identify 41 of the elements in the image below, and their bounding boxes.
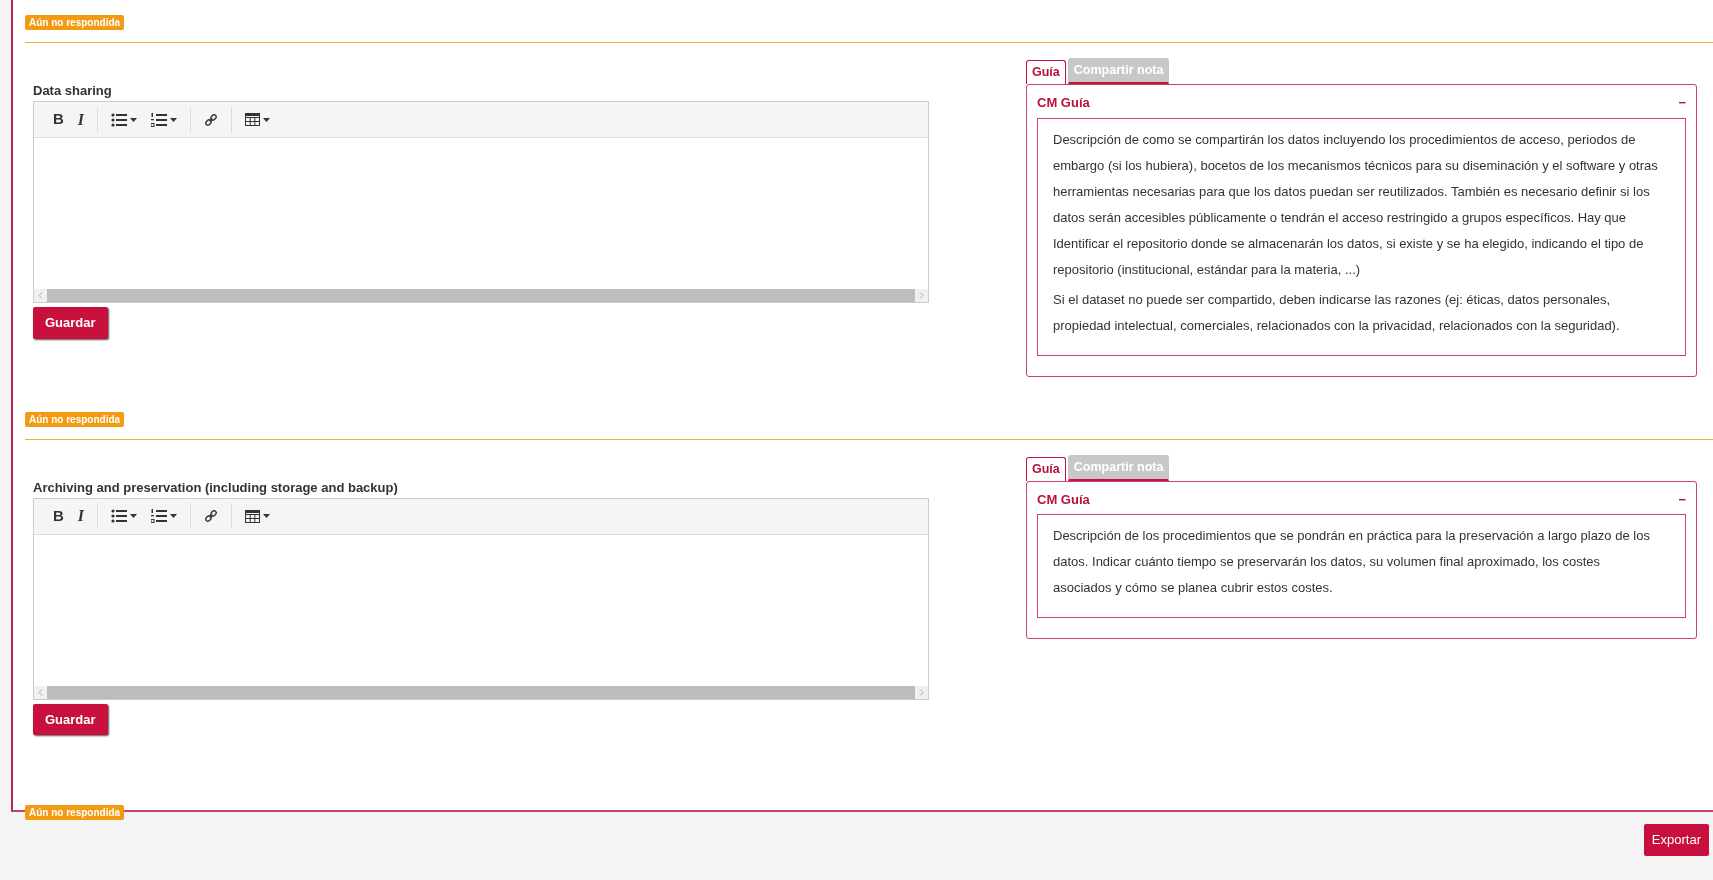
scroll-right-icon: [915, 289, 928, 302]
collapse-toggle[interactable]: −: [1678, 93, 1686, 113]
horizontal-scrollbar[interactable]: [34, 289, 928, 302]
guide-title: CM Guía: [1037, 490, 1090, 509]
bold-button[interactable]: B: [48, 504, 69, 528]
status-badge: Aún no respondida: [25, 15, 125, 30]
export-button[interactable]: Exportar: [1643, 824, 1709, 856]
link-icon: [204, 509, 219, 523]
scroll-left-icon: [34, 685, 47, 699]
save-button[interactable]: Guardar: [33, 307, 108, 339]
save-button[interactable]: Guardar: [33, 703, 108, 735]
caret-icon: [130, 514, 138, 518]
guide-tab[interactable]: Guía: [1026, 60, 1066, 84]
status-badge: Aún no respondida: [25, 805, 125, 820]
scroll-left-icon: [34, 289, 47, 302]
caret-icon: [170, 514, 178, 518]
scroll-right-icon: [915, 685, 928, 699]
caret-icon: [263, 117, 271, 122]
italic-button[interactable]: I: [72, 107, 90, 132]
table-icon: [245, 509, 261, 523]
caret-icon: [170, 117, 178, 122]
numbered-list-icon: [151, 112, 168, 127]
question-title: Archiving and preservation (including storage and backup): [33, 478, 399, 494]
link-icon: [204, 112, 219, 127]
status-badge: Aún no respondida: [25, 411, 125, 427]
question-title: Data sharing: [33, 82, 113, 97]
table-icon: [245, 113, 261, 126]
guide-title: CM Guía: [1037, 94, 1090, 112]
bold-button[interactable]: B: [48, 107, 69, 132]
bulleted-list-icon: [111, 509, 128, 523]
horizontal-scrollbar[interactable]: [34, 685, 928, 699]
bulleted-list-icon: [111, 112, 128, 127]
collapse-toggle[interactable]: −: [1678, 489, 1686, 509]
italic-button[interactable]: I: [72, 504, 90, 528]
caret-icon: [263, 514, 271, 518]
guide-paragraph: Descripción de como se compartirán los datos incluyendo los procedimientos de acceso, periodos de embargo (si los hubiera), bocetos de los mecanismos técnicos para su diseminación y el software y otras herramientas necesarias para que los datos puedan ser reutilizados. También es necesario definir si los datos serán accesibles públicamente o tendrán el acceso restringido a grupos específicos. Hay que Identificar el repositorio donde se almacenarán los datos, si existe y se ha elegido, indicando el tipo de repositorio (institucional, estándar para la materia, ...): [1053, 130, 1659, 279]
caret-icon: [130, 117, 138, 122]
guide-paragraph: Si el dataset no puede ser compartido, deben indicarse las razones (ej: éticas, datos personales, propiedad intelectual, comerciales, relacionados con la privacidad, relacionados con la seguridad).: [1053, 290, 1621, 335]
guide-paragraph: Descripción de los procedimientos que se pondrán en práctica para la preservación a largo plazo de los datos. Indicar cuánto tiempo se preservarán los datos, su volumen final aproximado, los costes asociados y cómo se planea cubrir estos costes.: [1053, 527, 1651, 597]
numbered-list-icon: [151, 509, 168, 523]
guide-tab[interactable]: Guía: [1026, 456, 1066, 481]
